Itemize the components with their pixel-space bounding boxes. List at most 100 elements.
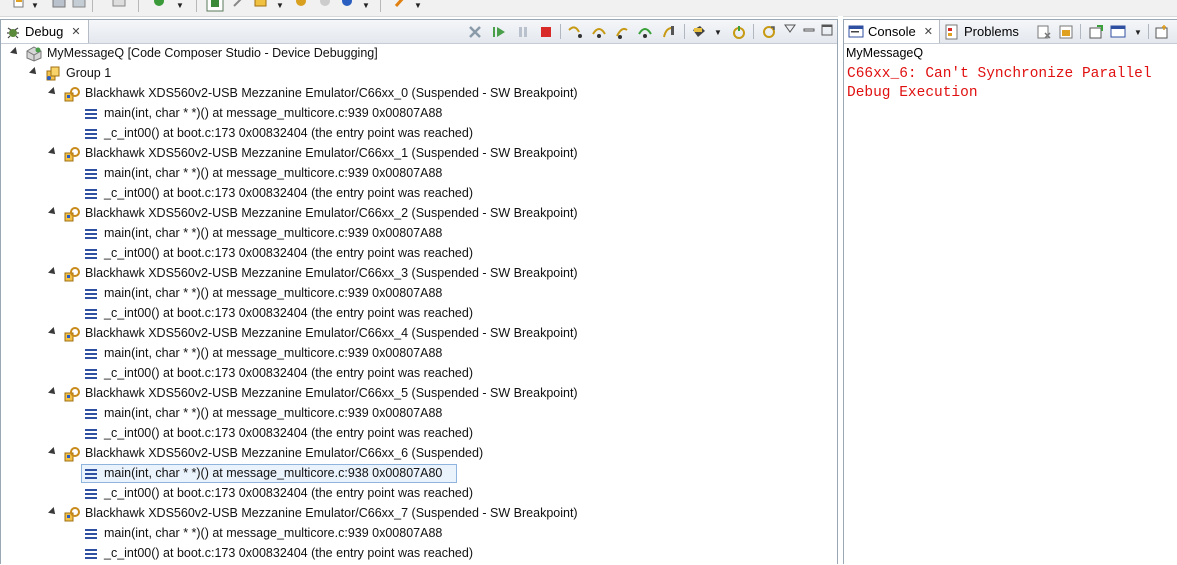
- expand-collapse-twisty-icon[interactable]: [48, 147, 58, 157]
- core-thread-icon: [64, 507, 80, 522]
- launch-cube-icon: [26, 46, 42, 62]
- tree-item-stack-frame[interactable]: _c_int00() at boot.c:173 0x00832404 (the…: [1, 184, 837, 204]
- scroll-lock-icon[interactable]: [1058, 24, 1074, 40]
- circle-icon[interactable]: [340, 0, 354, 8]
- tree-item-stack-frame[interactable]: main(int, char * *)() at message_multico…: [1, 224, 837, 244]
- chevron-down-icon[interactable]: ▼: [414, 1, 422, 10]
- suspend-icon[interactable]: [515, 24, 531, 40]
- tree-item-core[interactable]: Blackhawk XDS560v2-USB Mezzanine Emulato…: [1, 264, 837, 284]
- chevron-down-icon[interactable]: ▼: [362, 1, 370, 10]
- tree-item-stack-frame[interactable]: _c_int00() at boot.c:173 0x00832404 (the…: [1, 244, 837, 264]
- chevron-down-icon[interactable]: ▼: [714, 28, 722, 37]
- tree-item-core[interactable]: Blackhawk XDS560v2-USB Mezzanine Emulato…: [1, 504, 837, 524]
- expand-collapse-twisty-icon[interactable]: [29, 67, 39, 77]
- tree-item-stack-frame[interactable]: _c_int00() at boot.c:173 0x00832404 (the…: [1, 544, 837, 564]
- tree-item-stack-frame[interactable]: main(int, char * *)() at message_multico…: [1, 404, 837, 424]
- stack-frame-icon: [85, 529, 97, 539]
- stack-frame-icon: [85, 109, 97, 119]
- step-over-icon[interactable]: [591, 24, 607, 40]
- terminate-icon[interactable]: [206, 0, 224, 12]
- open-console-icon[interactable]: [1154, 24, 1170, 40]
- expand-collapse-twisty-icon[interactable]: [48, 387, 58, 397]
- tab-console[interactable]: Console ✕: [844, 20, 940, 43]
- expand-collapse-twisty-icon[interactable]: [48, 327, 58, 337]
- step-into-icon[interactable]: [567, 24, 583, 40]
- maximize-icon[interactable]: [821, 24, 833, 36]
- tree-item-core[interactable]: Blackhawk XDS560v2-USB Mezzanine Emulato…: [1, 444, 837, 464]
- connect-icon[interactable]: [232, 0, 246, 8]
- tree-item-core[interactable]: Blackhawk XDS560v2-USB Mezzanine Emulato…: [1, 384, 837, 404]
- debug-tree[interactable]: MyMessageQ [Code Composer Studio - Devic…: [1, 44, 837, 565]
- new-icon[interactable]: [12, 0, 26, 8]
- tree-item-stack-frame-label: _c_int00() at boot.c:173 0x00832404 (the…: [104, 126, 473, 140]
- tree-item-stack-frame[interactable]: main(int, char * *)() at message_multico…: [1, 464, 837, 484]
- view-menu-icon[interactable]: [784, 24, 796, 34]
- tree-item-core-label: Blackhawk XDS560v2-USB Mezzanine Emulato…: [85, 506, 578, 520]
- resume-icon[interactable]: [491, 24, 507, 40]
- pin-console-icon[interactable]: [1088, 24, 1104, 40]
- expand-collapse-twisty-icon[interactable]: [10, 47, 20, 57]
- expand-collapse-twisty-icon[interactable]: [48, 447, 58, 457]
- tree-item-stack-frame[interactable]: main(int, char * *)() at message_multico…: [1, 284, 837, 304]
- core-thread-icon: [64, 447, 80, 462]
- remove-all-terminated-icon[interactable]: [467, 24, 483, 40]
- tree-item-stack-frame[interactable]: main(int, char * *)() at message_multico…: [1, 104, 837, 124]
- chevron-down-icon[interactable]: ▼: [31, 1, 39, 10]
- toolbar-separator: [560, 24, 561, 39]
- chevron-down-icon[interactable]: ▼: [276, 1, 284, 10]
- save-icon[interactable]: [52, 0, 66, 8]
- tree-item-stack-frame[interactable]: main(int, char * *)() at message_multico…: [1, 524, 837, 544]
- tree-item-launch[interactable]: MyMessageQ [Code Composer Studio - Devic…: [1, 44, 837, 64]
- ext-tools-icon[interactable]: [394, 0, 408, 8]
- chevron-down-icon[interactable]: ▼: [176, 1, 184, 10]
- close-icon[interactable]: ✕: [71, 25, 80, 38]
- stack-frame-icon: [85, 289, 97, 299]
- expand-collapse-twisty-icon[interactable]: [48, 507, 58, 517]
- stack-frame-icon: [85, 249, 97, 259]
- reset-icon[interactable]: [731, 24, 747, 40]
- expand-collapse-twisty-icon[interactable]: [48, 87, 58, 97]
- tab-console-label: Console: [868, 24, 916, 39]
- expand-collapse-twisty-icon[interactable]: [48, 207, 58, 217]
- toolbar-separator: [92, 0, 93, 12]
- restart-icon[interactable]: [761, 24, 777, 40]
- tree-item-core[interactable]: Blackhawk XDS560v2-USB Mezzanine Emulato…: [1, 84, 837, 104]
- tree-item-stack-frame-label: _c_int00() at boot.c:173 0x00832404 (the…: [104, 546, 473, 560]
- search-icon[interactable]: [318, 0, 332, 8]
- expand-collapse-twisty-icon[interactable]: [48, 267, 58, 277]
- terminate-icon[interactable]: [538, 24, 554, 40]
- tab-debug[interactable]: Debug ✕: [1, 20, 89, 43]
- console-output-text[interactable]: C66xx_6: Can't Synchronize Parallel Debu…: [847, 65, 1172, 103]
- step-return-icon[interactable]: [614, 24, 630, 40]
- tree-item-stack-frame[interactable]: main(int, char * *)() at message_multico…: [1, 344, 837, 364]
- run-icon[interactable]: [254, 0, 268, 8]
- tree-item-stack-frame[interactable]: _c_int00() at boot.c:173 0x00832404 (the…: [1, 424, 837, 444]
- debug-icon[interactable]: [152, 0, 166, 8]
- tree-item-stack-frame[interactable]: main(int, char * *)() at message_multico…: [1, 164, 837, 184]
- close-icon[interactable]: ✕: [924, 25, 933, 38]
- tree-item-launch-label: MyMessageQ [Code Composer Studio - Devic…: [47, 46, 378, 60]
- breakpoint-icon[interactable]: [294, 0, 308, 8]
- print-icon[interactable]: [112, 0, 126, 8]
- minimize-icon[interactable]: [803, 24, 815, 36]
- tree-item-stack-frame-label: _c_int00() at boot.c:173 0x00832404 (the…: [104, 246, 473, 260]
- tree-item-stack-frame[interactable]: _c_int00() at boot.c:173 0x00832404 (the…: [1, 124, 837, 144]
- tree-item-stack-frame[interactable]: _c_int00() at boot.c:173 0x00832404 (the…: [1, 364, 837, 384]
- tree-item-core[interactable]: Blackhawk XDS560v2-USB Mezzanine Emulato…: [1, 324, 837, 344]
- clear-console-icon[interactable]: [1036, 24, 1052, 40]
- tree-item-core[interactable]: Blackhawk XDS560v2-USB Mezzanine Emulato…: [1, 144, 837, 164]
- tree-item-group[interactable]: Group 1: [1, 64, 837, 84]
- tree-item-stack-frame-label: main(int, char * *)() at message_multico…: [104, 406, 443, 420]
- tab-problems[interactable]: Problems: [940, 20, 1026, 43]
- console-view-header: Console ✕ Problems ▼: [844, 20, 1177, 44]
- connect-target-icon[interactable]: [691, 24, 707, 40]
- save-all-icon[interactable]: [72, 0, 86, 8]
- tree-item-stack-frame[interactable]: _c_int00() at boot.c:173 0x00832404 (the…: [1, 484, 837, 504]
- tree-item-core[interactable]: Blackhawk XDS560v2-USB Mezzanine Emulato…: [1, 204, 837, 224]
- display-console-icon[interactable]: [1110, 24, 1126, 40]
- assembly-step-over-icon[interactable]: [660, 24, 676, 40]
- tree-item-stack-frame-label: main(int, char * *)() at message_multico…: [104, 526, 443, 540]
- tree-item-stack-frame[interactable]: _c_int00() at boot.c:173 0x00832404 (the…: [1, 304, 837, 324]
- assembly-step-into-icon[interactable]: [637, 24, 653, 40]
- chevron-down-icon[interactable]: ▼: [1134, 28, 1142, 37]
